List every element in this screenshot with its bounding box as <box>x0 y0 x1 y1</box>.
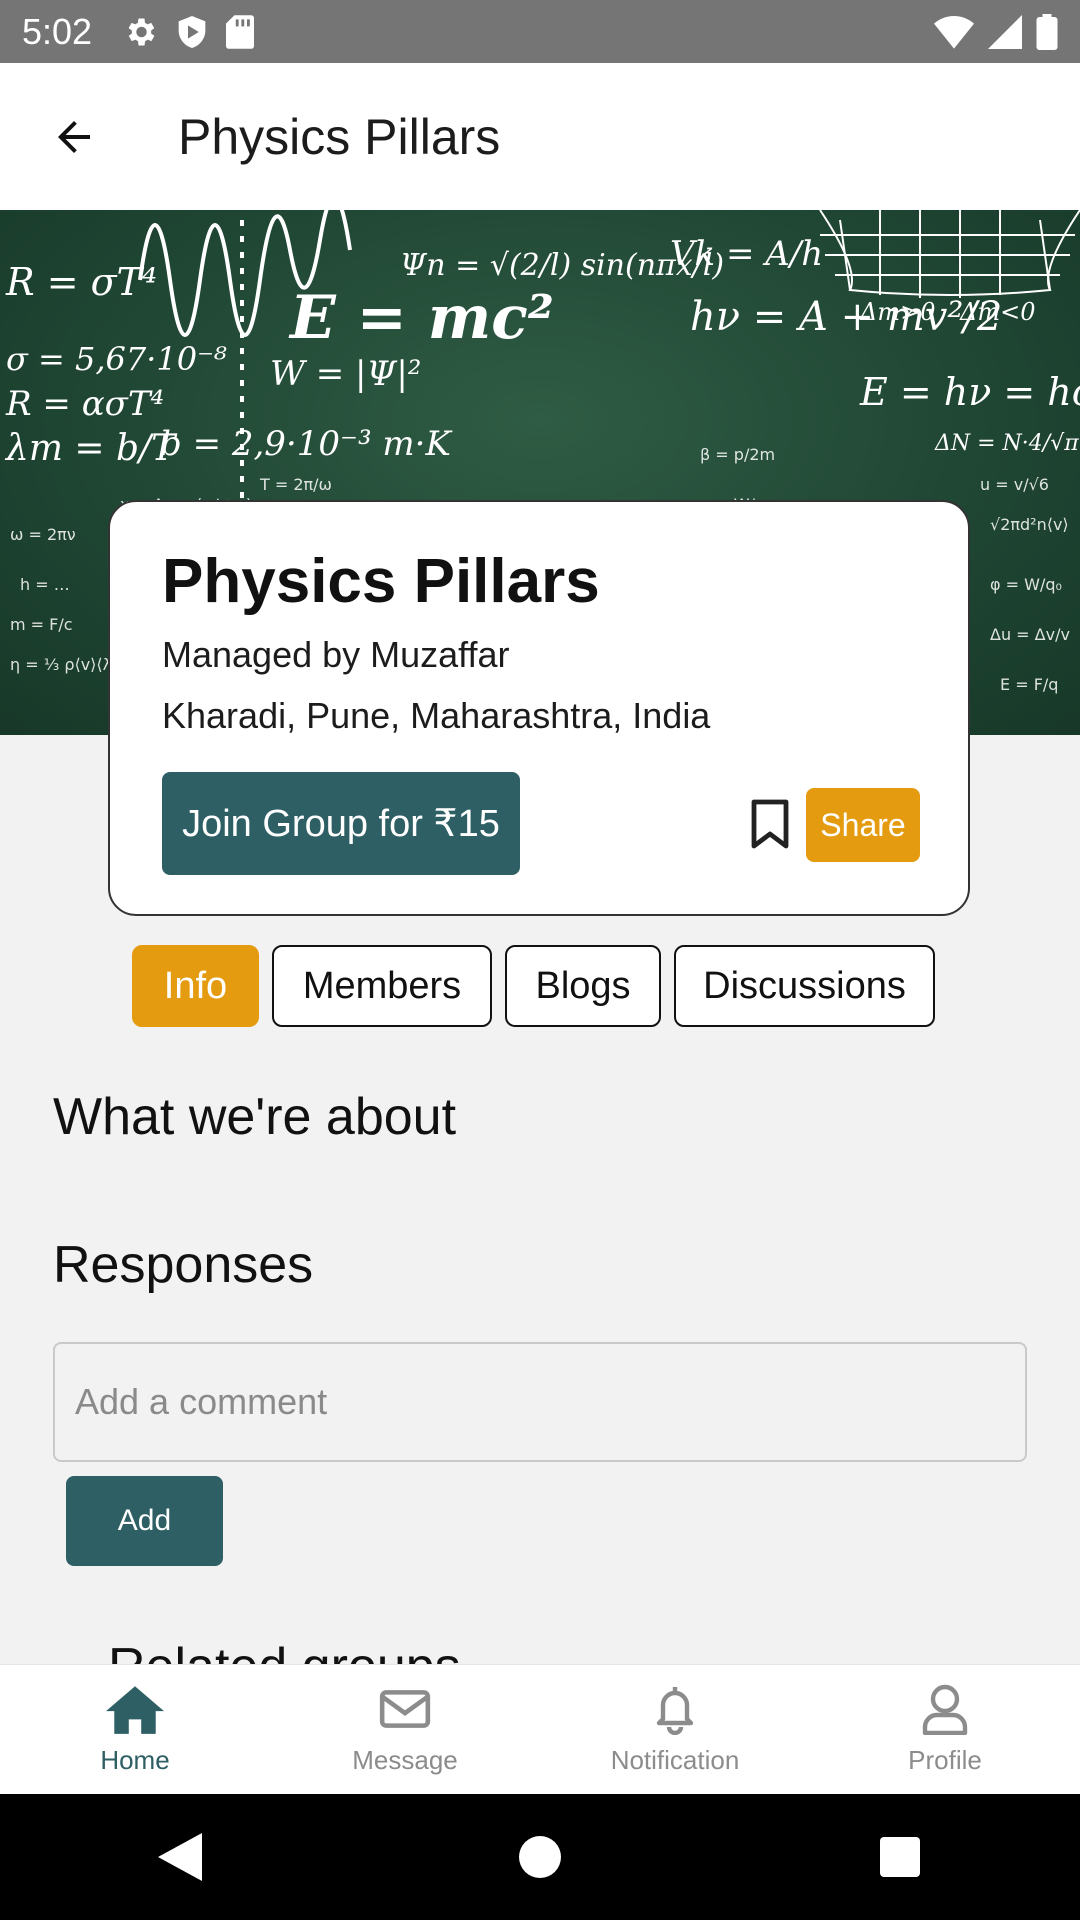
svg-text:u = v/√6: u = v/√6 <box>980 475 1049 494</box>
nav-profile[interactable]: Profile <box>810 1665 1080 1795</box>
mail-icon <box>379 1690 431 1728</box>
bottom-navigation: Home Message Notification Profile <box>0 1664 1080 1795</box>
svg-text:m = F/c: m = F/c <box>10 615 73 634</box>
status-icons-left <box>122 14 255 50</box>
responses-heading: Responses <box>53 1236 314 1294</box>
share-button[interactable]: Share <box>806 788 920 862</box>
arrow-left-icon <box>58 120 90 153</box>
nav-notification[interactable]: Notification <box>540 1665 810 1795</box>
tab-bar: Info Members Blogs Discussions <box>132 945 935 1027</box>
signal-icon <box>988 14 1022 49</box>
system-home-button[interactable] <box>500 1817 580 1897</box>
svg-text:T = 2π/ω: T = 2π/ω <box>259 475 332 494</box>
svg-text:β = p/2m: β = p/2m <box>700 445 775 464</box>
nav-notification-label: Notification <box>610 1745 740 1775</box>
tab-blogs[interactable]: Blogs <box>505 945 661 1027</box>
battery-icon <box>1036 13 1058 50</box>
nav-home-label: Home <box>100 1745 170 1775</box>
nav-message-label: Message <box>352 1745 458 1775</box>
status-time: 5:02 <box>22 10 93 52</box>
page-title: Physics Pillars <box>178 108 501 165</box>
sd-card-icon <box>226 14 255 49</box>
add-comment-button[interactable]: Add <box>66 1476 223 1566</box>
status-bar: 5:02 <box>0 0 1080 63</box>
tab-members[interactable]: Members <box>272 945 492 1027</box>
eq-E: E = hν = hc/λ <box>859 370 1080 414</box>
nav-home[interactable]: Home <box>0 1665 270 1795</box>
tab-info[interactable]: Info <box>132 945 259 1027</box>
system-navigation-bar <box>0 1794 1080 1920</box>
system-back-button[interactable] <box>140 1817 220 1897</box>
status-icons-right <box>934 13 1058 50</box>
eq-lambda: λm = b/T <box>4 428 178 469</box>
svg-text:φ = W/q₀: φ = W/q₀ <box>990 575 1062 594</box>
svg-text:√2πd²n⟨v⟩: √2πd²n⟨v⟩ <box>990 515 1069 534</box>
group-name: Physics Pillars <box>162 547 600 616</box>
shield-icon <box>178 15 206 48</box>
app-bar: Physics Pillars <box>0 63 1080 210</box>
eq-emc2: E = mc² <box>288 283 554 353</box>
group-manager: Managed by Muzaffar <box>162 634 510 675</box>
wifi-icon <box>934 15 974 49</box>
eq-R: R = ασT⁴ <box>5 384 164 424</box>
join-group-button[interactable]: Join Group for ₹15 <box>162 772 520 875</box>
nav-profile-label: Profile <box>908 1745 982 1775</box>
eq-b: b = 2,9·10⁻³ m·K <box>160 424 453 464</box>
comment-input[interactable] <box>53 1342 1027 1462</box>
circle-home-icon <box>519 1836 561 1878</box>
eq-sigma-val: σ = 5,67·10⁻⁸ <box>6 340 227 378</box>
eq-hv: hν = A + mv²/2 <box>690 294 1002 340</box>
user-icon <box>922 1684 968 1735</box>
home-icon <box>106 1686 164 1734</box>
about-heading: What we're about <box>53 1088 457 1146</box>
group-location: Kharadi, Pune, Maharashtra, India <box>162 695 711 736</box>
back-button[interactable] <box>34 97 114 177</box>
svg-text:E = F/q: E = F/q <box>1000 675 1058 694</box>
eq-W: W = |Ψ|² <box>270 354 421 394</box>
square-recents-icon <box>880 1837 920 1877</box>
svg-text:h = …: h = … <box>20 575 70 594</box>
eq-sigma: R = σT⁴ <box>5 260 157 304</box>
system-recents-button[interactable] <box>860 1817 940 1897</box>
svg-text:η = ⅓ ρ⟨v⟩⟨λ⟩: η = ⅓ ρ⟨v⟩⟨λ⟩ <box>10 655 118 674</box>
bookmark-button[interactable] <box>740 794 800 854</box>
group-info-card: Physics Pillars Managed by Muzaffar Khar… <box>108 500 970 916</box>
screen: 5:02 Physics Pillars E = mc² R = σT⁴ hν … <box>0 0 1080 1920</box>
eq-vk: Vk = A/h <box>670 234 823 274</box>
svg-text:ω = 2πν: ω = 2πν <box>10 525 76 544</box>
nav-message[interactable]: Message <box>270 1665 540 1795</box>
triangle-back-icon <box>158 1833 202 1881</box>
tab-discussions[interactable]: Discussions <box>674 945 935 1027</box>
bell-icon <box>656 1687 694 1735</box>
bookmark-icon <box>751 799 789 849</box>
svg-text:Δu = Δv/v: Δu = Δv/v <box>990 625 1070 644</box>
eq-deltaN: ΔN = N·4/√π <box>934 431 1079 456</box>
eq-dm-pos: Δm>0 <box>859 298 935 326</box>
gear-icon <box>128 18 155 45</box>
eq-dm-neg: Δm<0 <box>959 298 1035 326</box>
